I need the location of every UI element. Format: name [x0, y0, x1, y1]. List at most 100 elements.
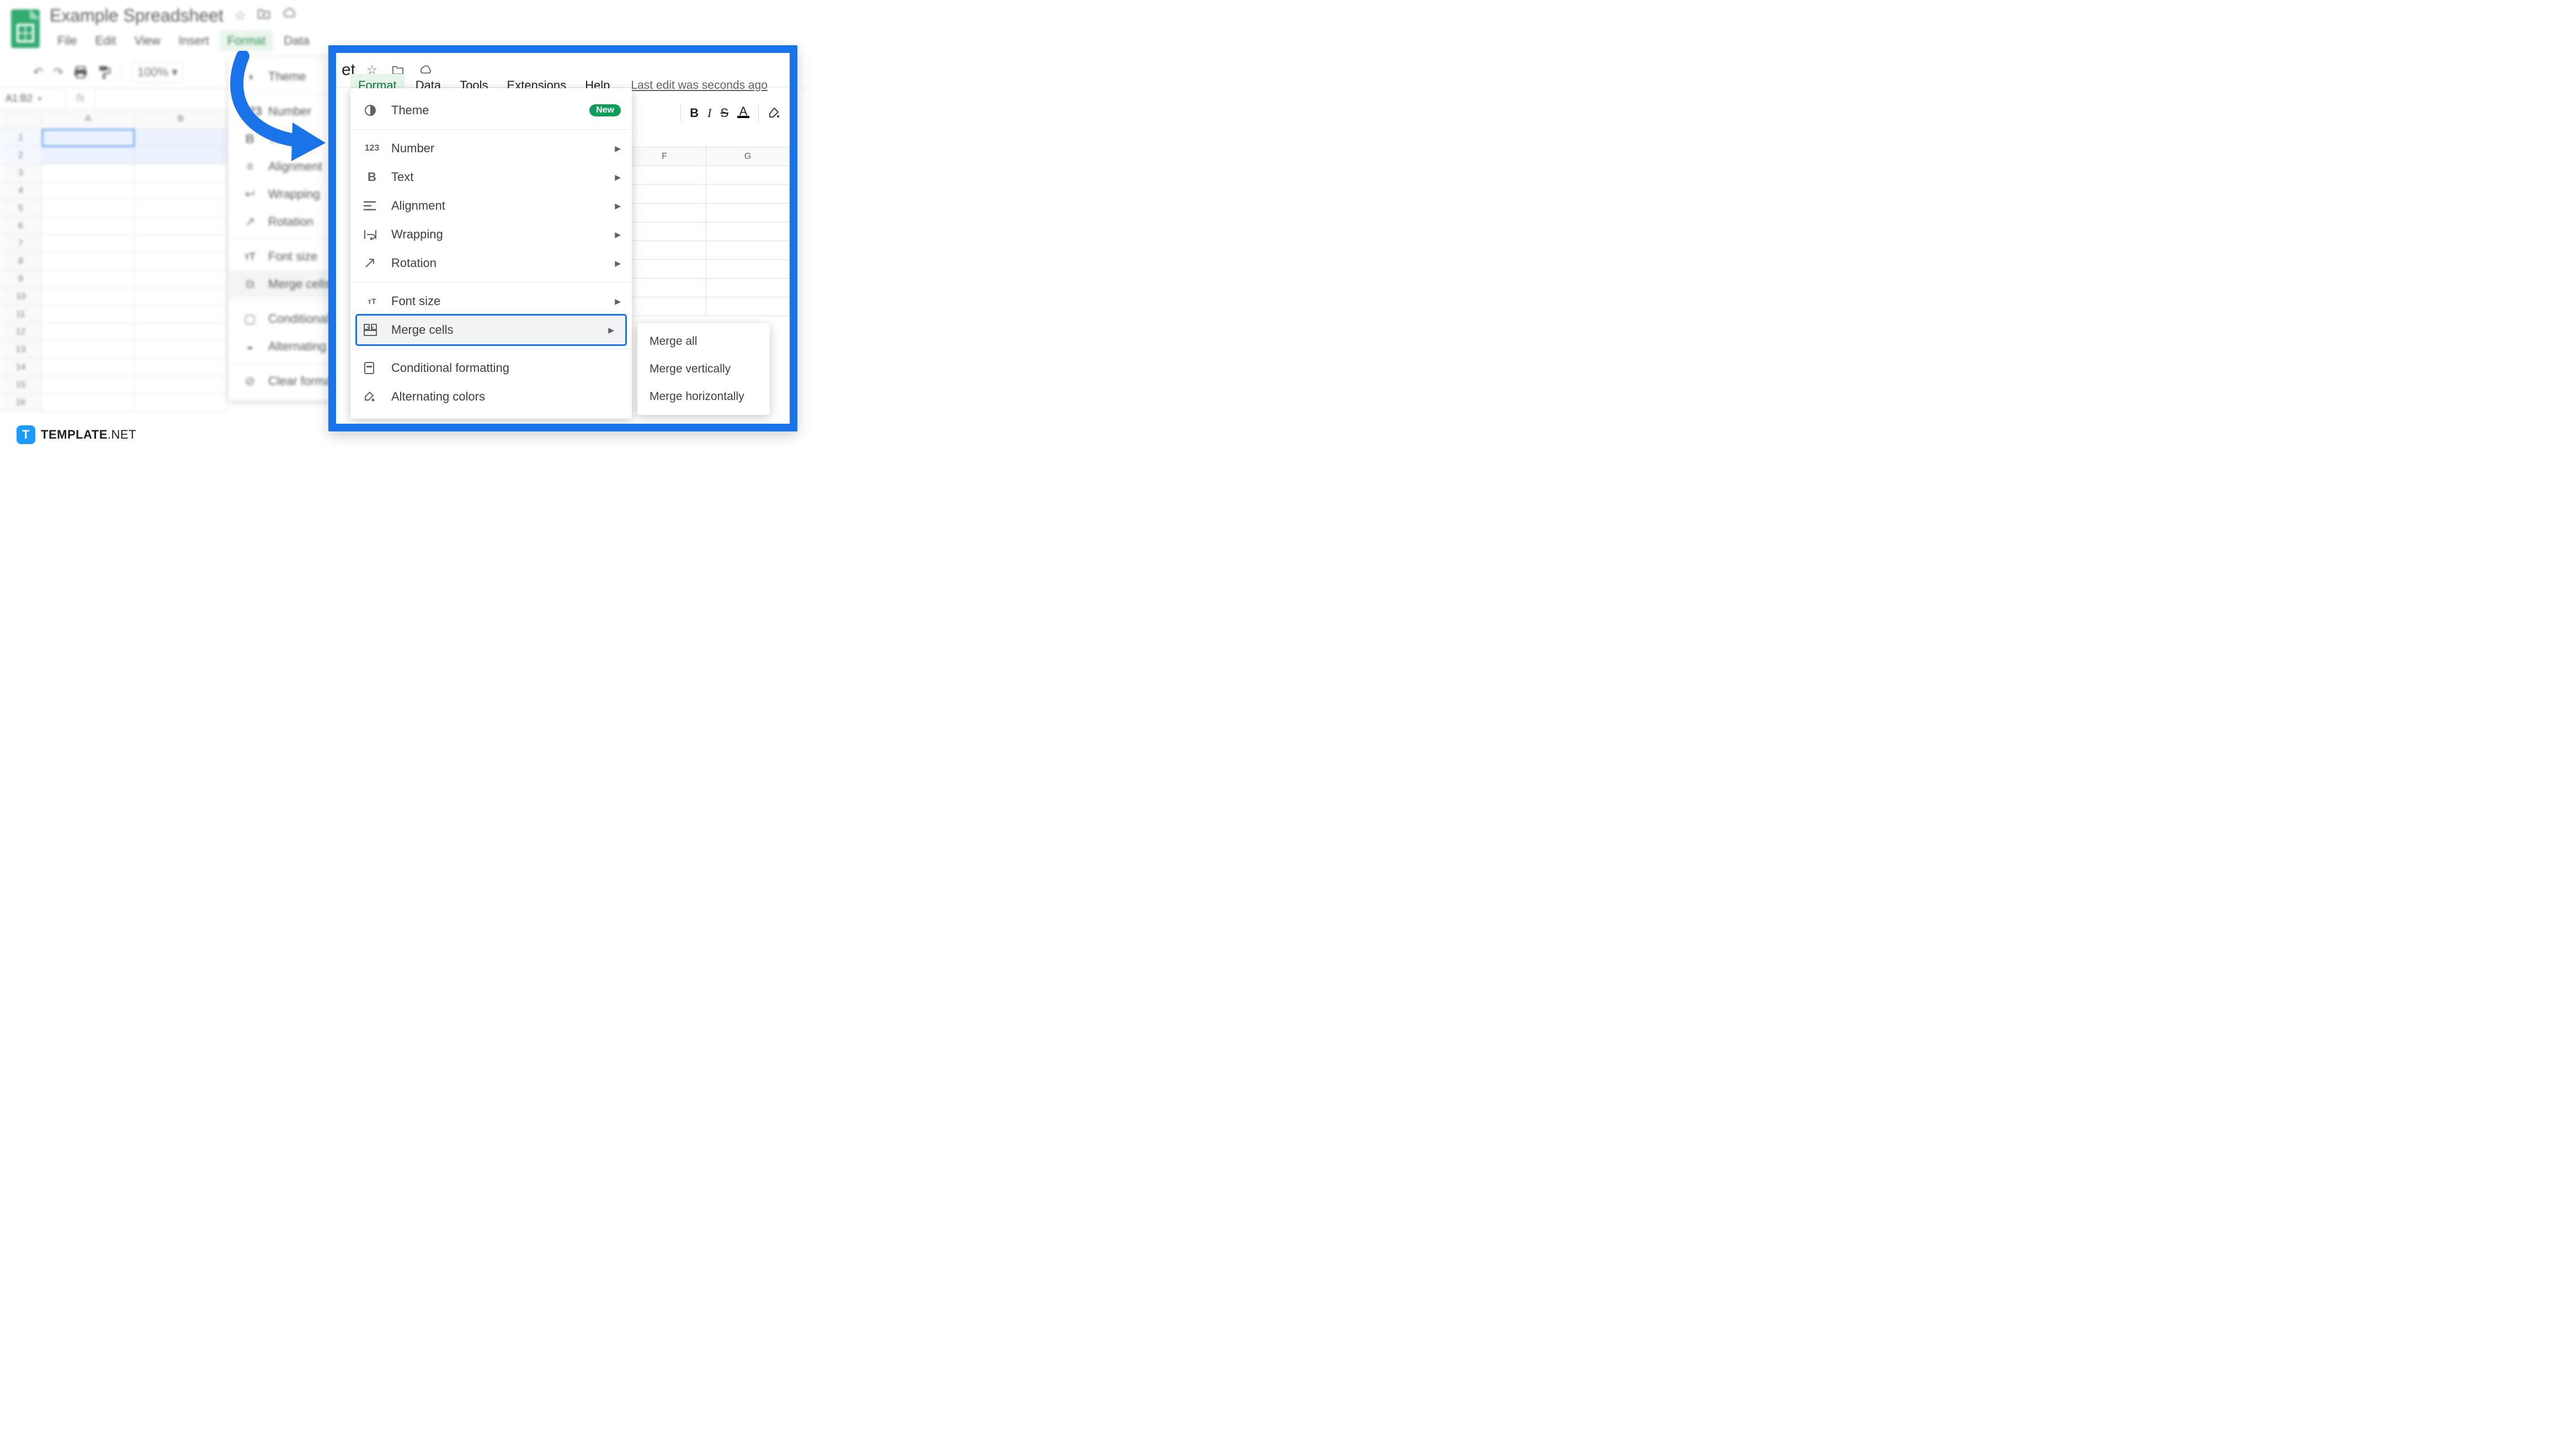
google-sheets-logo-icon[interactable] [11, 9, 40, 48]
move-folder-icon[interactable] [257, 8, 270, 24]
name-box[interactable]: A1:B2 ▾ [0, 88, 66, 109]
cell[interactable] [706, 241, 790, 260]
cell[interactable] [706, 185, 790, 204]
cell[interactable] [42, 359, 135, 376]
cell[interactable] [135, 217, 227, 235]
submenu-merge-all[interactable]: Merge all [637, 328, 770, 355]
select-all-corner[interactable] [0, 109, 42, 129]
cell[interactable] [42, 288, 135, 306]
undo-icon[interactable]: ↶ [33, 65, 43, 79]
dd-alternating-colors[interactable]: Alternating colors [350, 382, 632, 411]
menu-data[interactable]: Data [276, 30, 317, 51]
cell[interactable] [42, 235, 135, 253]
col-header-g[interactable]: G [706, 147, 790, 166]
cell[interactable] [623, 260, 706, 279]
cell[interactable] [706, 297, 790, 316]
row-header[interactable]: 5 [0, 200, 42, 217]
row-header[interactable]: 4 [0, 182, 42, 200]
col-header-a[interactable]: A [42, 109, 135, 129]
cell[interactable] [135, 200, 227, 217]
dd-number[interactable]: 123 Number ▶ [350, 134, 632, 163]
cell[interactable] [623, 166, 706, 185]
cell[interactable] [706, 260, 790, 279]
cell[interactable] [135, 323, 227, 341]
row-header[interactable]: 6 [0, 217, 42, 235]
cell[interactable] [135, 182, 227, 200]
cell[interactable] [135, 288, 227, 306]
col-header-f[interactable]: F [623, 147, 706, 166]
col-header-b[interactable]: B [135, 109, 227, 129]
dd-text[interactable]: B Text ▶ [350, 163, 632, 191]
bold-button[interactable]: B [690, 106, 699, 120]
strikethrough-button[interactable]: S [720, 106, 728, 120]
row-header[interactable]: 7 [0, 235, 42, 253]
row-header[interactable]: 8 [0, 253, 42, 270]
cell[interactable] [706, 166, 790, 185]
cell-b1[interactable] [135, 129, 227, 147]
cloud-status-icon[interactable] [281, 8, 297, 24]
row-header[interactable]: 1 [0, 129, 42, 147]
cell-a2[interactable] [42, 147, 135, 164]
cell[interactable] [42, 270, 135, 288]
dd-wrapping[interactable]: Wrapping ▶ [350, 220, 632, 249]
cell[interactable] [42, 394, 135, 412]
fill-color-button[interactable] [768, 106, 781, 120]
cell[interactable] [623, 204, 706, 222]
cell[interactable] [42, 306, 135, 323]
dd-theme[interactable]: Theme New [350, 96, 632, 125]
cell[interactable] [706, 222, 790, 241]
cell[interactable] [135, 359, 227, 376]
text-color-button[interactable]: A [737, 108, 749, 118]
paint-format-icon[interactable] [98, 65, 111, 79]
cell[interactable] [623, 241, 706, 260]
dd-alignment[interactable]: Alignment ▶ [350, 191, 632, 220]
cell[interactable] [42, 341, 135, 359]
dd-rotation[interactable]: Rotation ▶ [350, 249, 632, 278]
row-header[interactable]: 12 [0, 323, 42, 341]
cell[interactable] [42, 217, 135, 235]
cell[interactable] [135, 270, 227, 288]
dd-conditional-formatting[interactable]: Conditional formatting [350, 354, 632, 382]
cell[interactable] [135, 341, 227, 359]
redo-icon[interactable]: ↷ [53, 65, 63, 79]
cell[interactable] [42, 182, 135, 200]
row-header[interactable]: 11 [0, 306, 42, 323]
cell-a1[interactable] [42, 129, 135, 147]
row-header[interactable]: 10 [0, 288, 42, 306]
document-title[interactable]: Example Spreadsheet [50, 6, 223, 26]
cell[interactable] [42, 376, 135, 394]
menu-insert[interactable]: Insert [171, 30, 217, 51]
cell-b2[interactable] [135, 147, 227, 164]
row-header[interactable]: 13 [0, 341, 42, 359]
menu-edit[interactable]: Edit [87, 30, 124, 51]
row-header[interactable]: 3 [0, 164, 42, 182]
submenu-merge-vertically[interactable]: Merge vertically [637, 355, 770, 383]
cell[interactable] [42, 200, 135, 217]
star-icon[interactable]: ☆ [235, 8, 247, 24]
cell[interactable] [135, 376, 227, 394]
zoom-select[interactable]: 100% ▾ [131, 62, 184, 82]
cell[interactable] [42, 164, 135, 182]
cell[interactable] [135, 164, 227, 182]
row-header[interactable]: 2 [0, 147, 42, 164]
menu-view[interactable]: View [126, 30, 168, 51]
cell[interactable] [42, 253, 135, 270]
cell[interactable] [706, 279, 790, 297]
row-header[interactable]: 15 [0, 376, 42, 394]
cell[interactable] [623, 297, 706, 316]
cell[interactable] [623, 222, 706, 241]
dd-merge-cells[interactable]: Merge cells ▶ [357, 316, 625, 344]
menu-file[interactable]: File [50, 30, 84, 51]
cell[interactable] [135, 306, 227, 323]
cell[interactable] [623, 185, 706, 204]
last-edit-link[interactable]: Last edit was seconds ago [631, 79, 768, 92]
submenu-merge-horizontally[interactable]: Merge horizontally [637, 383, 770, 410]
cell[interactable] [135, 235, 227, 253]
menu-format[interactable]: Format [220, 30, 274, 51]
cell[interactable] [623, 279, 706, 297]
cell[interactable] [135, 253, 227, 270]
row-header[interactable]: 14 [0, 359, 42, 376]
print-icon[interactable] [73, 66, 88, 79]
cell[interactable] [135, 394, 227, 412]
dd-font-size[interactable]: тT Font size ▶ [350, 287, 632, 316]
